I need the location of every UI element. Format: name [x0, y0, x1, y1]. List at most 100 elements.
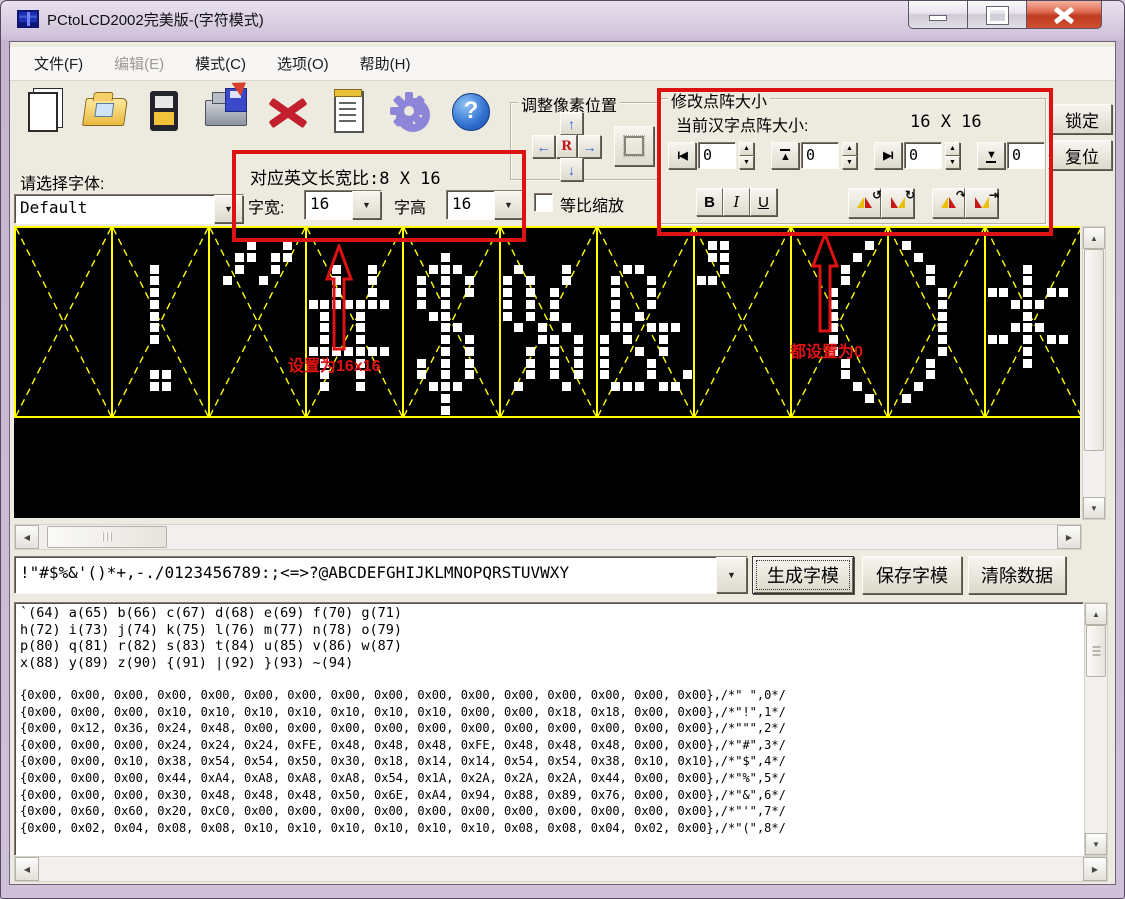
clear-button[interactable]: 清除数据	[968, 556, 1066, 594]
scroll-left-button[interactable]: ◀	[15, 857, 39, 881]
pixel-dot	[356, 359, 365, 368]
char-cell[interactable]	[307, 228, 404, 416]
preview-vscrollbar[interactable]: ▲ ▼	[1082, 226, 1106, 520]
scroll-down-button[interactable]: ▼	[1083, 497, 1105, 519]
menu-options[interactable]: 选项(O)	[277, 53, 329, 74]
save-icon[interactable]	[142, 86, 190, 142]
pad-right-value[interactable]: 0	[904, 142, 942, 169]
lock-button[interactable]: 锁定	[1052, 104, 1112, 134]
move-up-button[interactable]: ↑	[560, 112, 583, 135]
char-list-dropdown-button[interactable]: ▼	[716, 557, 747, 593]
pixel-dot	[611, 288, 620, 297]
lock-label: 锁定	[1065, 107, 1099, 132]
open-file-icon[interactable]	[81, 86, 129, 142]
spin-up-button[interactable]: ▲	[739, 142, 754, 156]
pad-bottom-button[interactable]: ▼	[977, 142, 1005, 169]
pad-top-value[interactable]: 0	[801, 142, 839, 169]
pixel-dot	[829, 300, 838, 309]
font-value: Default	[15, 195, 214, 223]
char-width-combobox[interactable]: 16 ▼	[304, 190, 382, 220]
app-window: PCtoLCD2002完美版-(字符模式) 文件(F) 编辑(E) 模式(C) 选项(…	[0, 0, 1125, 899]
char-width-dropdown-button[interactable]: ▼	[352, 191, 381, 219]
rotate-right-button[interactable]: ↻	[881, 188, 914, 218]
spin-up-button[interactable]: ▲	[842, 142, 857, 156]
maximize-button[interactable]	[968, 1, 1027, 29]
font-dropdown-button[interactable]: ▼	[214, 195, 243, 223]
char-cell[interactable]	[404, 228, 501, 416]
help-icon[interactable]: ?	[447, 86, 495, 142]
preview-hscrollbar[interactable]: ◀ ▶	[14, 524, 1082, 550]
delete-icon[interactable]	[264, 86, 312, 142]
pixel-dot	[600, 335, 609, 344]
settings-icon[interactable]	[386, 86, 434, 142]
pixel-dot	[683, 370, 692, 379]
rotate-left-button[interactable]: ↺	[848, 188, 881, 218]
menu-edit[interactable]: 编辑(E)	[114, 53, 164, 74]
flip-vertical-button[interactable]: ↷	[932, 188, 965, 218]
output-vscroll-thumb[interactable]	[1086, 625, 1106, 677]
spin-down-button[interactable]: ▼	[945, 156, 960, 170]
menu-mode[interactable]: 模式(C)	[195, 53, 246, 74]
pad-right-button[interactable]: ▶I	[874, 142, 902, 169]
generate-button[interactable]: 生成字模	[752, 556, 854, 594]
scroll-right-button[interactable]: ▶	[1083, 857, 1107, 881]
flip-horizontal-button[interactable]: ⇥	[965, 188, 998, 218]
pixel-dot	[320, 312, 329, 321]
preview-vscroll-thumb[interactable]	[1084, 249, 1104, 451]
minimize-button[interactable]	[908, 1, 968, 29]
italic-button[interactable]: I	[723, 188, 750, 216]
center-button[interactable]	[614, 126, 654, 166]
scale-checkbox[interactable]	[534, 193, 553, 212]
move-right-button[interactable]: →	[578, 135, 601, 158]
move-left-button[interactable]: ←	[532, 135, 555, 158]
char-cell[interactable]	[210, 228, 307, 416]
move-down-button[interactable]: ↓	[560, 158, 583, 181]
close-button[interactable]	[1027, 1, 1102, 29]
char-list-combobox[interactable]: !"#$%&'()*+,-./0123456789:;<=>?@ABCDEFGH…	[14, 556, 748, 594]
reset-r-icon: R	[561, 139, 572, 154]
pad-left-button[interactable]: I◀	[668, 142, 696, 169]
char-cell[interactable]	[792, 228, 889, 416]
preview-hscroll-thumb[interactable]	[47, 526, 167, 548]
output-vscrollbar[interactable]: ▲ ▼	[1084, 602, 1108, 856]
font-combobox[interactable]: Default ▼	[14, 194, 244, 224]
char-cell[interactable]	[598, 228, 695, 416]
new-file-icon[interactable]	[20, 86, 68, 142]
position-reset-button[interactable]: R	[556, 135, 577, 158]
char-cell[interactable]	[501, 228, 598, 416]
scroll-up-button[interactable]: ▲	[1085, 603, 1107, 625]
spin-down-button[interactable]: ▼	[739, 156, 754, 170]
pixel-dot	[465, 370, 474, 379]
title-bar[interactable]: PCtoLCD2002完美版-(字符模式)	[1, 1, 1124, 39]
save-button[interactable]: 保存字模	[862, 556, 962, 594]
char-cell[interactable]	[16, 228, 113, 416]
spin-up-button[interactable]: ▲	[945, 142, 960, 156]
pad-left-value[interactable]: 0	[698, 142, 736, 169]
scroll-right-button[interactable]: ▶	[1057, 525, 1081, 549]
spin-down-button[interactable]: ▼	[842, 156, 857, 170]
reset-button[interactable]: 复位	[1052, 140, 1112, 170]
bold-button[interactable]: B	[696, 188, 723, 216]
char-cell[interactable]	[113, 228, 210, 416]
output-hscrollbar[interactable]: ◀ ▶	[14, 856, 1108, 882]
scroll-left-button[interactable]: ◀	[15, 525, 39, 549]
output-textarea[interactable]: `(64) a(65) b(66) c(67) d(68) e(69) f(70…	[14, 602, 1084, 856]
pad-bottom-value[interactable]: 0	[1007, 142, 1045, 169]
pixel-dot	[938, 335, 947, 344]
notepad-icon[interactable]	[325, 86, 373, 142]
char-cell[interactable]	[889, 228, 986, 416]
char-cell[interactable]	[986, 228, 1080, 416]
char-height-dropdown-button[interactable]: ▼	[494, 191, 523, 219]
char-cell[interactable]	[695, 228, 792, 416]
menu-help[interactable]: 帮助(H)	[360, 53, 411, 74]
char-width-value: 16	[305, 191, 352, 219]
window-controls	[908, 1, 1102, 28]
scroll-down-button[interactable]: ▼	[1085, 833, 1107, 855]
menu-file[interactable]: 文件(F)	[34, 53, 83, 74]
export-save-icon[interactable]	[203, 86, 251, 142]
pad-top-button[interactable]: ▲	[771, 142, 799, 169]
char-height-combobox[interactable]: 16 ▼	[446, 190, 524, 220]
pad-top-cluster: ▲0▲▼	[771, 142, 857, 169]
scroll-up-button[interactable]: ▲	[1083, 227, 1105, 249]
underline-button[interactable]: U	[750, 188, 777, 216]
